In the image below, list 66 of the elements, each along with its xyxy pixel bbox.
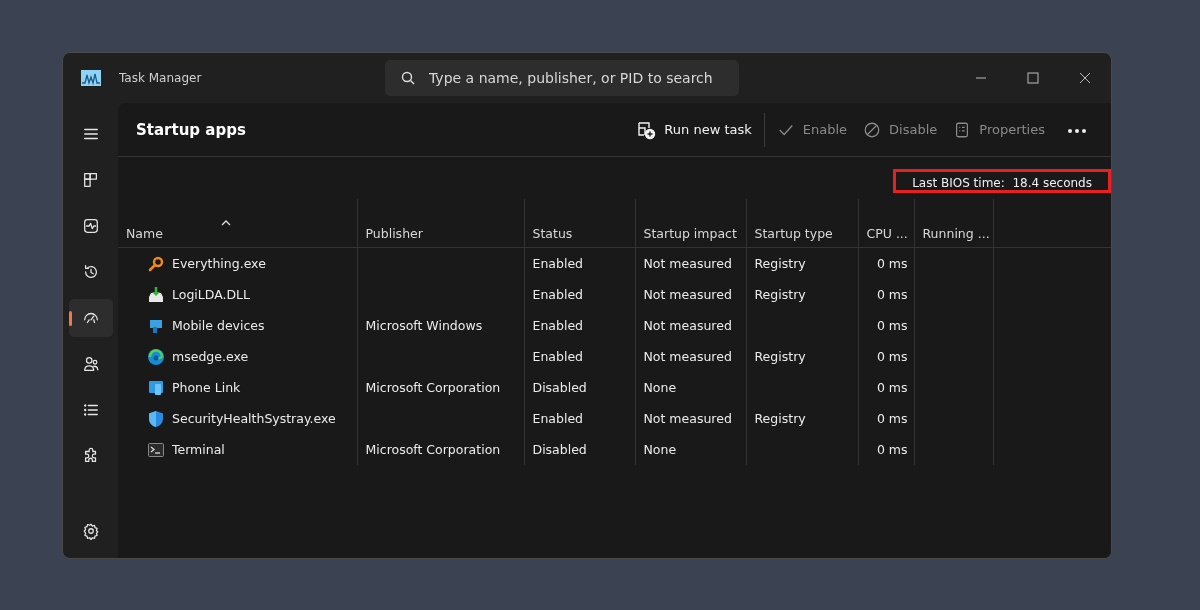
column-header[interactable]: Name — [126, 226, 163, 241]
table-cell: None — [643, 380, 677, 395]
table-cell: 0 ms — [876, 318, 908, 333]
table-cell: Registry — [754, 411, 806, 426]
app-logo-icon — [81, 70, 101, 86]
nav-item[interactable] — [68, 299, 113, 337]
table-cell: None — [643, 442, 677, 457]
users-icon — [81, 355, 100, 373]
table-cell: Enabled — [532, 256, 583, 271]
column-header[interactable]: Publisher — [365, 226, 423, 241]
column-header[interactable]: Startup impact — [643, 226, 737, 241]
table-cell: Registry — [754, 256, 806, 271]
table-cell: Enabled — [532, 318, 583, 333]
table-cell: 0 ms — [876, 256, 908, 271]
download-drive-icon — [147, 285, 165, 304]
table-cell: Not measured — [643, 287, 732, 302]
table-cell: 0 ms — [876, 287, 908, 302]
app-name: Everything.exe — [172, 256, 266, 271]
table-cell: Enabled — [532, 411, 583, 426]
search-field[interactable]: Type a name, publisher, or PID to search — [385, 60, 739, 96]
table-cell: Disabled — [532, 380, 587, 395]
table-cell: Not measured — [643, 349, 732, 364]
app-name: msedge.exe — [172, 349, 249, 364]
close-icon — [1079, 72, 1091, 84]
table-cell: Not measured — [643, 411, 732, 426]
magnifier-icon — [148, 255, 164, 272]
blocked-icon — [863, 120, 882, 139]
phone-link-icon — [148, 379, 164, 396]
table-cell: 0 ms — [876, 349, 908, 364]
page-title: Startup apps — [136, 120, 246, 139]
column-header[interactable]: Status — [532, 226, 573, 241]
window-title: Task Manager — [119, 71, 203, 85]
table-cell: 0 ms — [876, 442, 908, 457]
browser-icon — [147, 347, 165, 366]
new-task-icon — [636, 119, 657, 140]
table-cell: Registry — [754, 287, 806, 302]
table-cell: Enabled — [532, 349, 583, 364]
table-cell: Microsoft Corporation — [365, 380, 501, 395]
table-cell: Microsoft Corporation — [365, 442, 501, 457]
app-name: Mobile devices — [172, 318, 265, 333]
settings-icon — [81, 522, 100, 540]
column-header[interactable]: CPU ... — [866, 226, 908, 241]
shield-icon — [148, 409, 164, 428]
column-header[interactable]: Startup type — [754, 226, 833, 241]
toolbar-button[interactable]: Run new task — [628, 112, 760, 147]
device-icon — [148, 317, 164, 334]
app-name: SecurityHealthSystray.exe — [172, 411, 336, 426]
table-cell: 0 ms — [876, 380, 908, 395]
app-name: Terminal — [172, 442, 225, 457]
column-header[interactable]: Running ... — [922, 226, 990, 241]
pulse-icon — [81, 217, 100, 235]
table-cell: Not measured — [643, 256, 732, 271]
table-cell: Enabled — [532, 287, 583, 302]
list-icon — [81, 401, 100, 419]
table-cell: Not measured — [643, 318, 732, 333]
app-name: Phone Link — [172, 380, 241, 395]
grid-icon — [81, 171, 100, 189]
table-cell: Registry — [754, 349, 806, 364]
app-name: LogiLDA.DLL — [172, 287, 251, 302]
table-cell: Microsoft Windows — [365, 318, 483, 333]
terminal-icon — [148, 442, 164, 457]
more-icon — [1067, 128, 1087, 134]
bios-time: Last BIOS time: 18.4 seconds — [893, 169, 1111, 193]
maximize-icon — [1027, 72, 1039, 84]
table-cell: Disabled — [532, 442, 587, 457]
table-cell: 0 ms — [876, 411, 908, 426]
